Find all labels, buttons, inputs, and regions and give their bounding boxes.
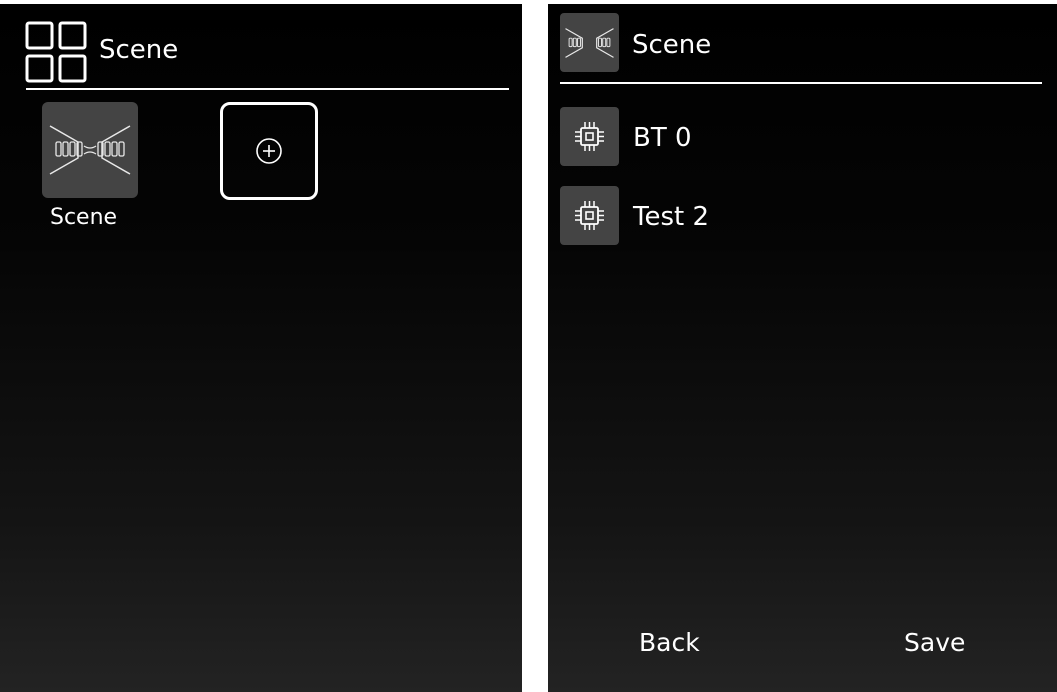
device-icon-box [560, 186, 619, 245]
page-title: Scene [632, 30, 712, 60]
chip-icon [575, 201, 604, 230]
page-title: Scene [99, 35, 179, 65]
device-item-bt-0[interactable]: BT 0 [560, 107, 1030, 167]
scene-lights-icon [49, 125, 131, 175]
header: Scene [0, 4, 522, 90]
scene-thumbnail [560, 13, 619, 72]
scene-tile[interactable] [42, 102, 138, 198]
grid-four-icon[interactable] [24, 20, 88, 84]
add-scene-button[interactable] [220, 102, 318, 200]
scene-lights-icon [565, 28, 614, 58]
device-label: BT 0 [633, 123, 692, 153]
device-item-test-2[interactable]: Test 2 [560, 186, 1030, 246]
scene-list-screen: Scene Scene [0, 4, 522, 692]
back-button[interactable]: Back [639, 628, 700, 657]
header-divider [560, 82, 1042, 84]
header: Scene [548, 4, 1057, 88]
device-icon-box [560, 107, 619, 166]
plus-circle-icon [256, 138, 282, 164]
save-button[interactable]: Save [904, 628, 965, 657]
scene-detail-screen: Scene BT 0 Test 2 Back Save [548, 4, 1057, 692]
device-label: Test 2 [633, 202, 710, 232]
header-divider [26, 88, 509, 90]
chip-icon [575, 122, 604, 151]
scene-tile-label: Scene [50, 205, 118, 230]
